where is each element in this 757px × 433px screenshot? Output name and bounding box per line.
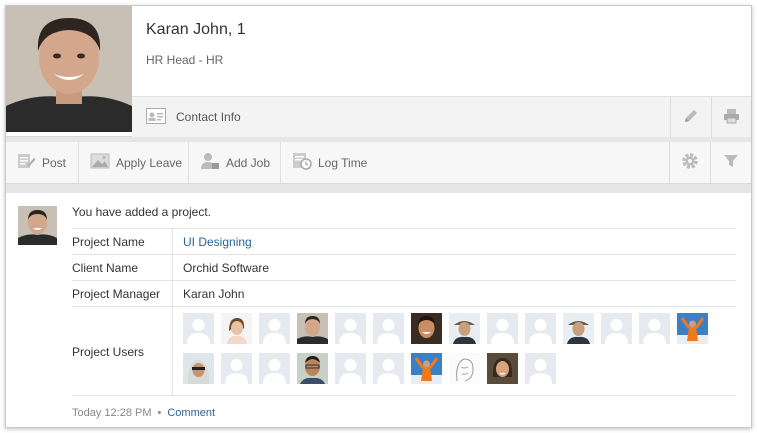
project-user-avatar[interactable] [259,353,290,384]
apply-leave-button[interactable]: Apply Leave [79,142,189,183]
project-user-avatar[interactable] [221,313,252,344]
separator [6,184,751,193]
profile-role: HR Head - HR [146,53,224,67]
project-user-avatar[interactable] [297,313,328,344]
edit-button[interactable] [670,97,710,137]
project-user-avatar[interactable] [373,353,404,384]
feed-avatar[interactable] [18,206,57,245]
profile-photo [6,6,132,132]
project-user-avatar[interactable] [525,313,556,344]
add-job-icon [200,152,220,173]
detail-value: Orchid Software [183,261,270,275]
project-user-avatar[interactable] [411,353,442,384]
detail-key: Project Name [72,229,173,254]
project-user-avatar[interactable] [525,353,556,384]
contact-bar: Contact Info [132,96,751,137]
detail-key: Project Manager [72,281,173,306]
project-user-avatar[interactable] [449,313,480,344]
log-time-icon [292,152,312,173]
feed-footer: Today 12:28 PM • Comment [72,407,215,419]
project-user-avatar[interactable] [411,313,442,344]
log-time-button[interactable]: Log Time [281,142,376,183]
project-user-avatar[interactable] [601,313,632,344]
profile-name: Karan John, 1 [146,21,246,38]
gear-icon [681,152,699,173]
filter-button[interactable] [710,142,750,183]
project-user-avatar[interactable] [563,313,594,344]
detail-row-client-name: Client Name Orchid Software [72,254,736,280]
leave-icon [90,153,110,172]
post-label: Post [42,155,67,170]
project-user-avatar[interactable] [221,353,252,384]
comment-link[interactable]: Comment [167,407,215,419]
detail-key: Client Name [72,255,173,280]
project-user-avatar[interactable] [677,313,708,344]
activity-card: Karan John, 1 HR Head - HR Contact Info [5,5,752,428]
detail-key: Project Users [72,307,173,395]
detail-row-project-manager: Project Manager Karan John [72,280,736,306]
post-icon [17,153,36,172]
detail-row-project-name: Project Name UI Designing [72,228,736,254]
detail-value: Karan John [183,287,245,301]
profile-header: Karan John, 1 HR Head - HR Contact Info [6,6,751,137]
add-job-label: Add Job [226,155,271,170]
project-user-avatar[interactable] [183,313,214,344]
project-user-avatar[interactable] [487,353,518,384]
post-button[interactable]: Post [6,142,79,183]
log-time-label: Log Time [318,155,368,170]
contact-card-icon[interactable] [146,108,166,127]
project-details: Project Name UI Designing Client Name Or… [72,228,736,396]
project-user-avatar[interactable] [487,313,518,344]
project-user-avatar[interactable] [183,353,214,384]
feed-message: You have added a project. [72,205,212,219]
timestamp: Today 12:28 PM [72,407,152,419]
project-user-avatar[interactable] [449,353,480,384]
pencil-icon [683,108,699,127]
detail-row-project-users: Project Users [72,306,736,396]
project-name-link[interactable]: UI Designing [183,229,252,255]
print-button[interactable] [711,97,751,137]
project-user-avatar[interactable] [259,313,290,344]
project-user-avatar[interactable] [335,353,366,384]
apply-leave-label: Apply Leave [116,155,183,170]
project-user-avatar[interactable] [639,313,670,344]
action-bar: Post Apply Leave Add Job Log Time [6,142,751,184]
settings-button[interactable] [669,142,709,183]
project-user-avatar[interactable] [373,313,404,344]
project-user-avatar[interactable] [335,313,366,344]
funnel-icon [723,153,739,172]
contact-info-link[interactable]: Contact Info [176,110,241,124]
add-job-button[interactable]: Add Job [189,142,281,183]
project-user-avatar[interactable] [297,353,328,384]
separator-dot: • [157,407,162,419]
printer-icon [723,108,740,127]
